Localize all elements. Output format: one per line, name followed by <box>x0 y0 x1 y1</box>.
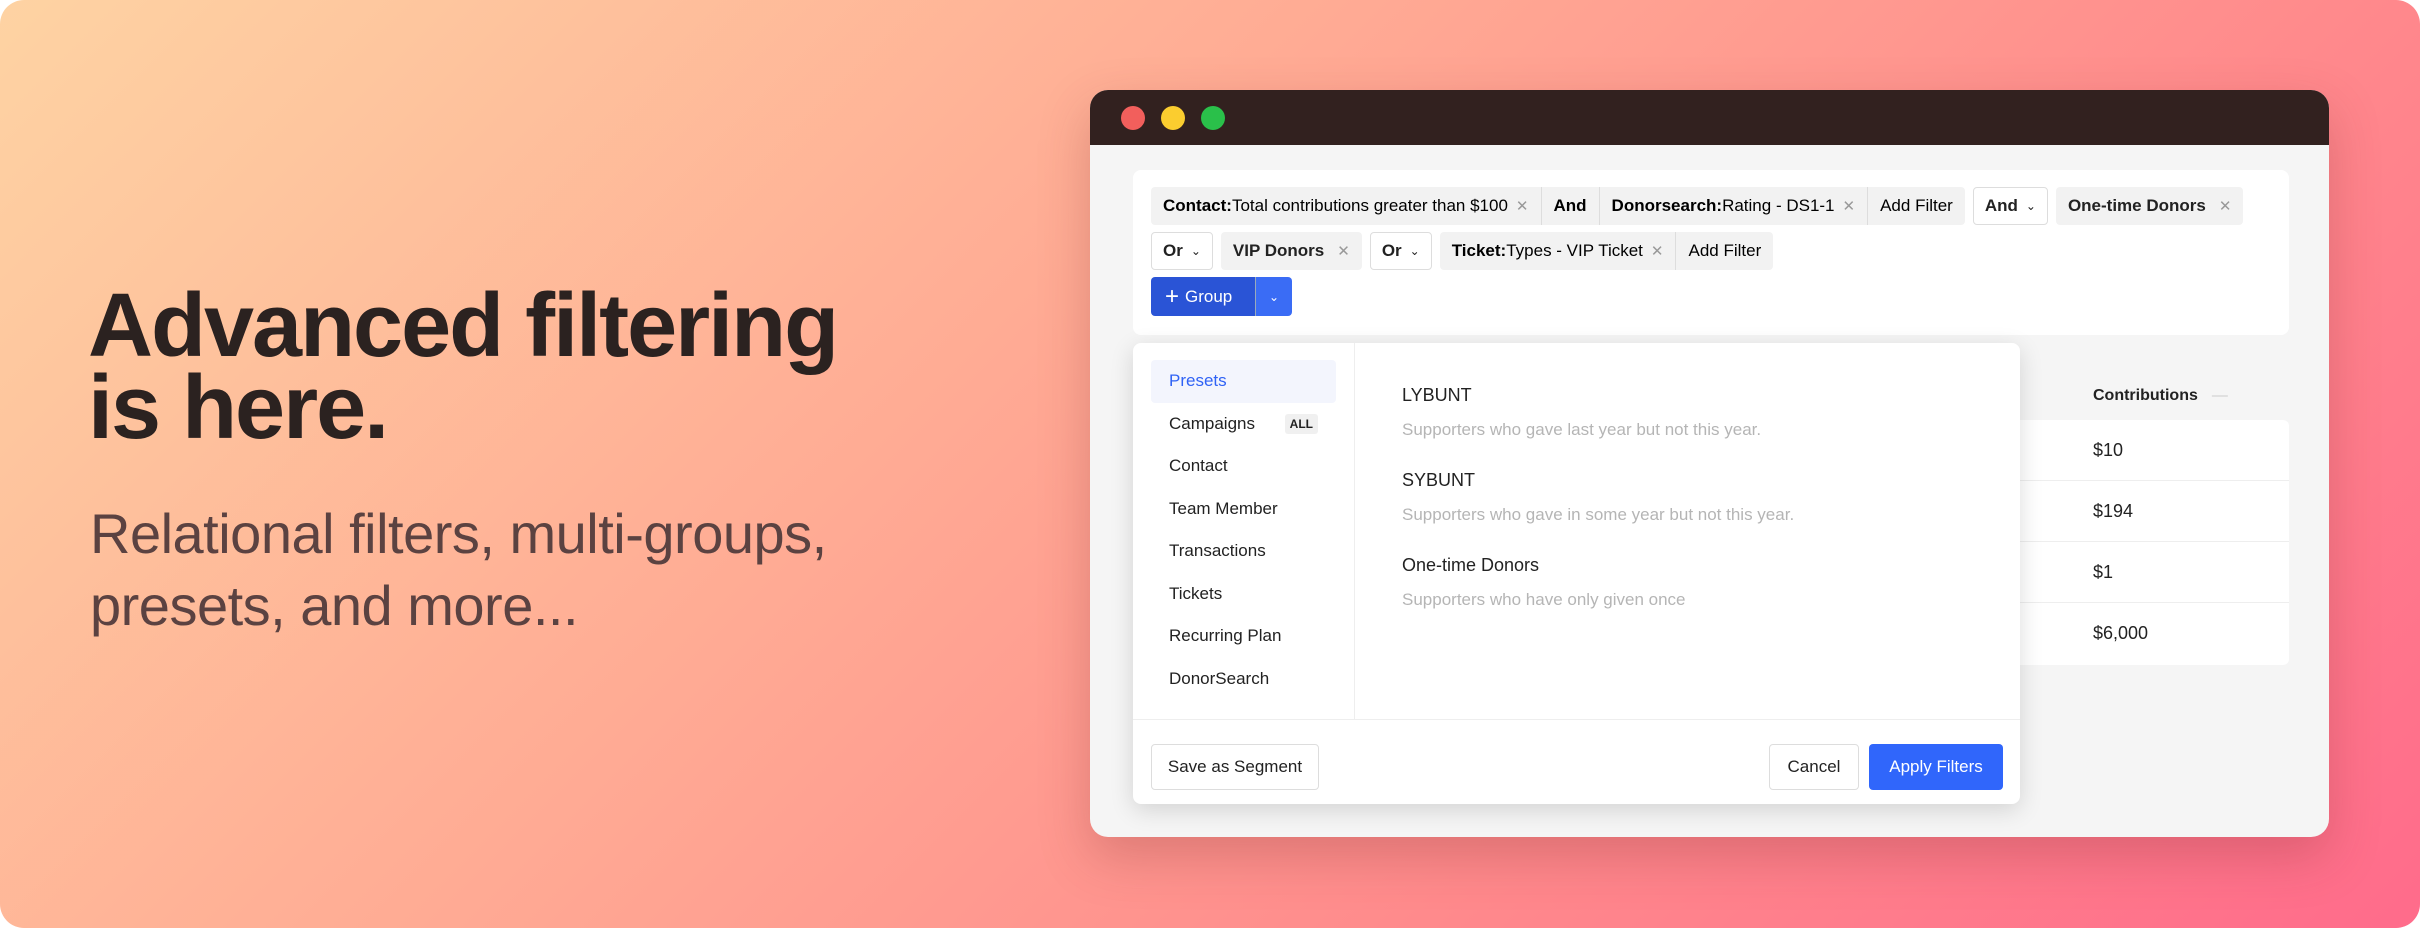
filter-group-2: Ticket: Types - VIP Ticket ✕ Add Filter <box>1439 232 1774 270</box>
all-badge: ALL <box>1284 413 1318 434</box>
headline: Advanced filtering is here. <box>88 276 839 458</box>
filter-chip-ticket[interactable]: Ticket: Types - VIP Ticket ✕ <box>1440 232 1676 270</box>
minimize-window-button[interactable] <box>1161 106 1185 130</box>
panel-footer: Save as Segment Cancel Apply Filters <box>1133 719 2020 804</box>
operator-select[interactable]: And ⌄ <box>1972 187 2048 225</box>
subheadline: Relational filters, multi-groups, presets… <box>90 498 827 642</box>
save-as-segment-button[interactable]: Save as Segment <box>1151 744 1319 790</box>
data-table: $10 $194 $1 $6,000 <box>1990 420 2289 665</box>
table-row[interactable]: $194 <box>1990 481 2289 542</box>
plus-icon: + <box>1165 282 1180 310</box>
subheadline-line-2: presets, and more... <box>90 574 579 637</box>
chevron-down-icon: ⌄ <box>1190 244 1201 258</box>
headline-line-1: Advanced filtering <box>88 276 839 376</box>
add-filter-button[interactable]: Add Filter <box>1867 187 1965 225</box>
chevron-down-icon: ⌄ <box>1268 289 1280 304</box>
filter-row-1: Contact: Total contributions greater than… <box>1151 187 2271 225</box>
operator-select[interactable]: Or ⌄ <box>1369 232 1432 270</box>
preset-list: LYBUNT Supporters who gave last year but … <box>1402 385 1794 640</box>
remove-icon[interactable]: ✕ <box>1843 197 1856 215</box>
subheadline-line-1: Relational filters, multi-groups, <box>90 502 827 565</box>
nav-item-campaigns[interactable]: Campaigns ALL <box>1151 403 1336 446</box>
remove-icon[interactable]: ✕ <box>1516 197 1529 215</box>
table-row[interactable]: $10 <box>1990 420 2289 481</box>
operator-select[interactable]: Or ⌄ <box>1151 232 1213 270</box>
filter-row-2: Or ⌄ VIP Donors ✕ Or ⌄ Ticket: Types - VIP T… <box>1151 232 2271 270</box>
column-header-contributions[interactable]: Contributions — <box>2093 387 2228 405</box>
headline-line-2: is here. <box>88 358 389 458</box>
apply-filters-button[interactable]: Apply Filters <box>1869 744 2003 790</box>
nav-item-tickets[interactable]: Tickets <box>1151 573 1336 616</box>
preset-chip[interactable]: One-time Donors ✕ <box>2055 187 2244 225</box>
group-split-button: + Group ⌄ <box>1151 277 1292 316</box>
chevron-down-icon: ⌄ <box>2025 199 2036 213</box>
nav-item-presets[interactable]: Presets <box>1151 360 1336 403</box>
preset-option-lybunt[interactable]: LYBUNT Supporters who gave last year but … <box>1402 385 1794 440</box>
remove-icon[interactable]: ✕ <box>1651 242 1664 260</box>
cancel-button[interactable]: Cancel <box>1769 744 1859 790</box>
preset-chip[interactable]: VIP Donors ✕ <box>1220 232 1362 270</box>
close-window-button[interactable] <box>1121 106 1145 130</box>
chevron-down-icon: ⌄ <box>1409 244 1420 258</box>
filter-builder: Contact: Total contributions greater than… <box>1133 170 2289 335</box>
maximize-window-button[interactable] <box>1201 106 1225 130</box>
nav-item-recurring-plan[interactable]: Recurring Plan <box>1151 615 1336 658</box>
add-filter-button[interactable]: Add Filter <box>1675 232 1773 270</box>
table-row[interactable]: $6,000 <box>1990 603 2289 664</box>
nav-item-team-member[interactable]: Team Member <box>1151 488 1336 531</box>
table-row[interactable]: $1 <box>1990 542 2289 603</box>
title-bar <box>1090 90 2329 145</box>
filter-chip-contact[interactable]: Contact: Total contributions greater than… <box>1151 187 1541 225</box>
filter-dropdown-panel: Presets Campaigns ALL Contact Team Member… <box>1133 343 2020 804</box>
remove-icon[interactable]: ✕ <box>1337 242 1350 260</box>
preset-option-sybunt[interactable]: SYBUNT Supporters who gave in some year b… <box>1402 470 1794 525</box>
nav-item-donorsearch[interactable]: DonorSearch <box>1151 658 1336 701</box>
filter-group-1: Contact: Total contributions greater than… <box>1151 187 1965 225</box>
remove-icon[interactable]: ✕ <box>2219 197 2232 215</box>
category-nav: Presets Campaigns ALL Contact Team Member… <box>1133 343 1355 719</box>
nav-item-contact[interactable]: Contact <box>1151 445 1336 488</box>
add-group-button[interactable]: + Group <box>1151 277 1255 316</box>
and-connector[interactable]: And <box>1540 187 1599 225</box>
filter-chip-donorsearch[interactable]: Donorsearch: Rating - DS1-1 ✕ <box>1598 187 1868 225</box>
nav-item-transactions[interactable]: Transactions <box>1151 530 1336 573</box>
sort-icon: — <box>2211 387 2228 404</box>
group-dropdown-button[interactable]: ⌄ <box>1255 277 1292 316</box>
preset-option-one-time-donors[interactable]: One-time Donors Supporters who have only … <box>1402 555 1794 610</box>
